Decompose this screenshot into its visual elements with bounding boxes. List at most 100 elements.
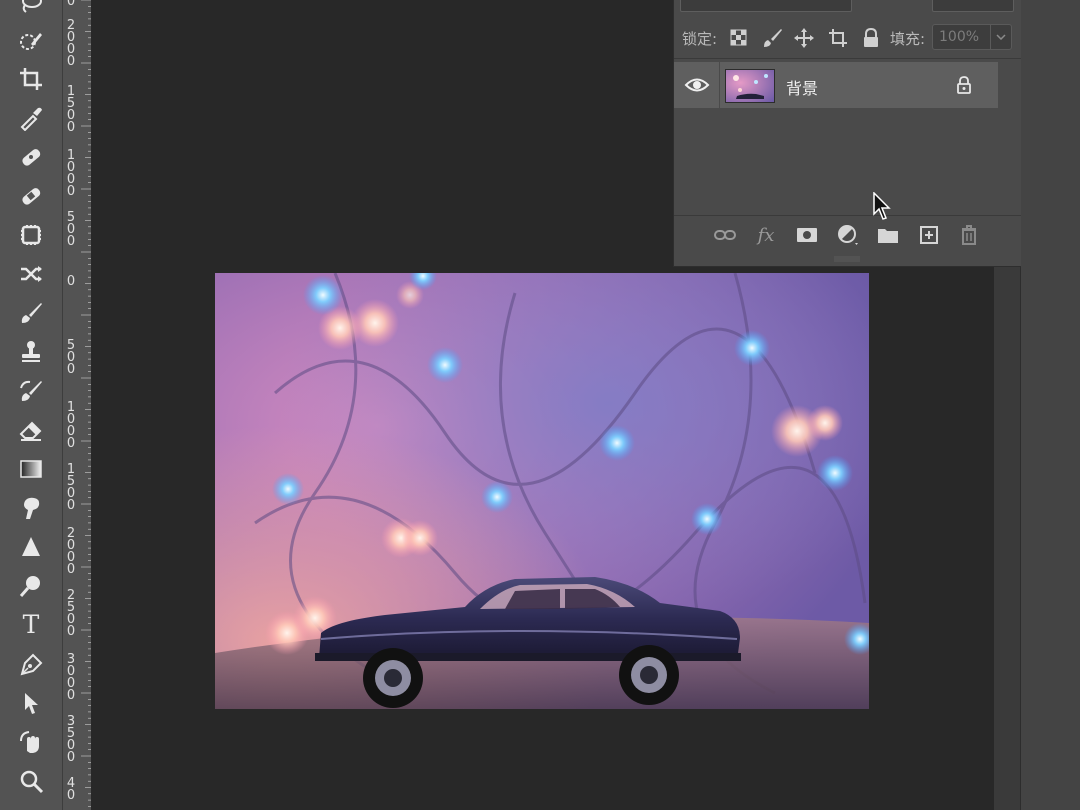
layer-thumbnail[interactable] [725,69,775,103]
brush-icon [21,303,42,323]
patch-icon [21,225,41,245]
ruler-label: 500 [66,210,76,249]
ruler-label: 2500 [66,588,76,639]
rotate-view-tool[interactable] [14,725,48,759]
eraser-tool[interactable] [14,413,48,447]
zoom-tool[interactable] [14,764,48,798]
panel-footer-divider [674,215,1021,216]
layers-panel: 锁定: 填充: 100% 背景 fx [673,0,1021,267]
dodge-tool[interactable] [14,569,48,603]
ruler-label: 1000 [66,400,76,451]
fill-value: 100% [939,29,980,45]
lock-all-icon[interactable] [860,27,882,49]
chevron-down-icon [996,34,1006,40]
stamp-icon [22,341,40,362]
new-layer-button[interactable] [916,222,942,248]
tools-panel: T [0,0,62,810]
lock-transparent-pixels-icon[interactable] [728,27,750,49]
layer-blend-row [674,0,1021,14]
sharpen-icon [22,537,40,556]
healing-brush-tool[interactable] [14,179,48,213]
type-icon: T [22,610,40,639]
sharpen-tool[interactable] [14,530,48,564]
fill-input[interactable]: 100% [932,24,1012,50]
ruler-label: 2000 [66,18,76,69]
toy-car-photo [215,273,869,709]
rotate-view-icon [20,731,39,753]
quick-selection-icon [20,33,42,50]
delete-layer-button[interactable] [956,222,982,248]
ruler-label: 1500 [66,462,76,513]
spot-healing-icon [22,149,41,166]
arrow-icon [25,693,38,714]
layer-lock-icon[interactable] [955,75,973,95]
layer-name[interactable]: 背景 [786,75,818,99]
ruler-label: 3500 [66,714,76,765]
delete-layer-icon [962,225,976,245]
new-layer-icon [920,226,938,244]
ruler-ticks [81,0,91,807]
add-mask-icon [797,228,817,242]
link-layers-icon [714,230,736,240]
blend-mode-dropdown[interactable] [680,0,852,12]
zoom-icon [20,770,44,794]
pen-tool[interactable] [14,647,48,681]
spot-healing-tool[interactable] [14,140,48,174]
brush-tool[interactable] [14,296,48,330]
smudge-tool[interactable] [14,491,48,525]
history-brush-icon [20,380,42,401]
ruler-label: 2000 [66,526,76,577]
document-image[interactable] [215,273,869,709]
panel-divider [674,58,1021,59]
add-mask-button[interactable] [794,222,820,248]
ruler-label: 3000 [66,652,76,703]
lasso-tool[interactable] [14,0,48,20]
opacity-input[interactable] [932,0,1014,12]
lock-row: 锁定: 填充: 100% [674,20,1021,54]
quick-selection-tool[interactable] [14,24,48,58]
gradient-tool[interactable] [14,452,48,486]
new-group-button[interactable] [875,222,901,248]
lock-position-icon[interactable] [793,27,815,49]
lock-label: 锁定: [682,30,718,48]
adjustment-layer-icon [838,225,858,245]
history-brush-tool[interactable] [14,374,48,408]
ruler-label: 40 [66,776,76,803]
visibility-divider [719,62,720,108]
ruler-label: 1000 [66,148,76,199]
new-group-icon [878,229,898,243]
gradient-icon [20,460,42,478]
eyedropper-tool[interactable] [14,101,48,135]
ruler-label: 500 [66,338,76,377]
layer-row-background[interactable]: 背景 [674,62,998,108]
crop-icon [20,68,42,90]
ruler-label: 1500 [66,84,76,135]
crop-tool[interactable] [14,62,48,96]
content-aware-move-icon [21,266,42,282]
type-tool[interactable]: T [14,608,48,642]
patch-tool[interactable] [14,218,48,252]
panel-resize-grip[interactable] [832,256,862,262]
link-layers-button[interactable] [712,222,738,248]
eyedropper-icon [20,107,42,131]
adjustment-layer-button[interactable] [835,222,861,248]
mouse-cursor [873,192,891,220]
vertical-ruler: 0 2000 1500 1000 500 0 500 1000 1500 2000 2500 3000… [62,0,92,810]
content-aware-move-tool[interactable] [14,257,48,291]
smudge-icon [24,497,40,519]
lock-image-pixels-icon[interactable] [762,27,784,49]
path-selection-tool[interactable] [14,686,48,720]
ruler-label: 0 [66,274,76,289]
ruler-label: 0 [66,0,76,9]
fill-dropdown-button[interactable] [990,25,1011,49]
bandage-icon [22,188,41,205]
pen-icon [20,653,43,676]
collapsed-panel-dock [1020,0,1080,810]
clone-stamp-tool[interactable] [14,335,48,369]
layer-style-button[interactable]: fx [753,222,779,248]
layer-thumbnail-image [726,70,774,102]
fx-icon: fx [757,224,775,246]
eye-icon[interactable] [684,74,710,96]
lock-artboard-icon[interactable] [827,27,849,49]
dodge-icon [19,576,40,597]
